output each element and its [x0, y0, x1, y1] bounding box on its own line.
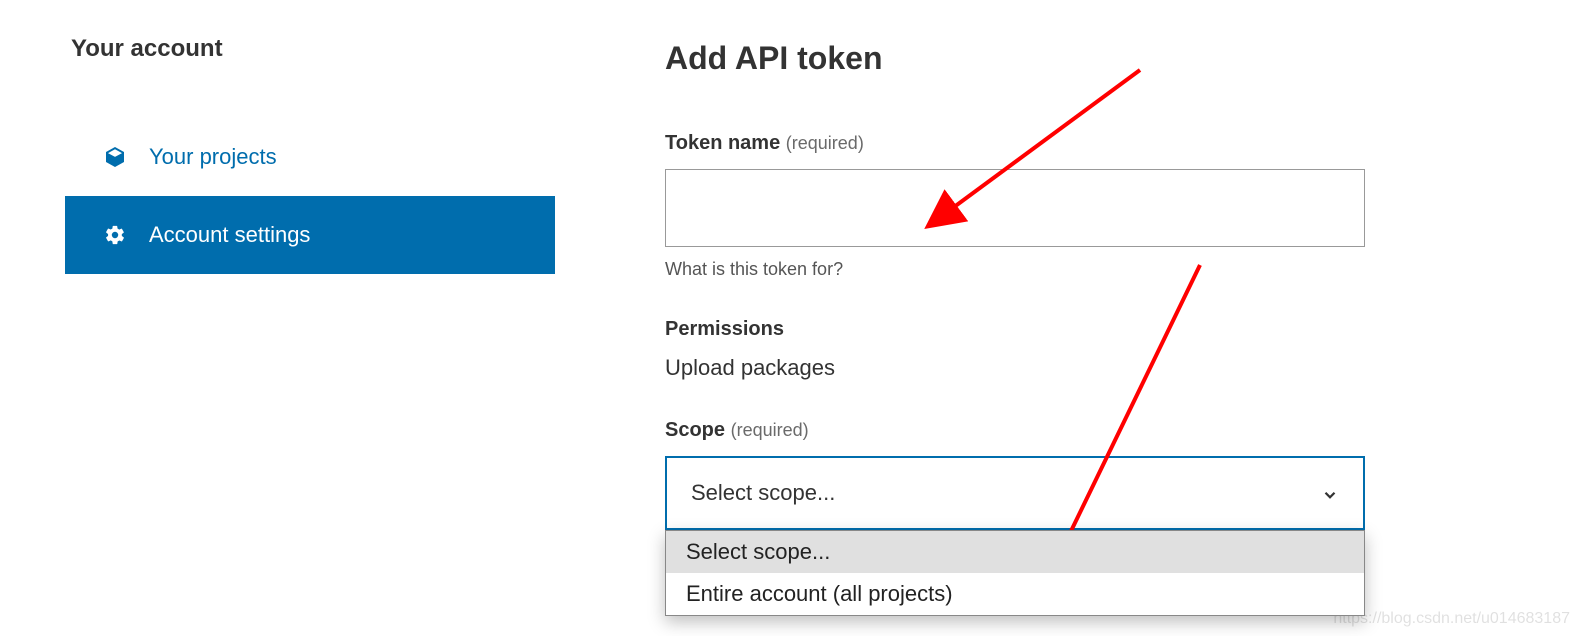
box-icon	[103, 145, 127, 169]
token-name-help: What is this token for?	[665, 259, 1365, 280]
scope-select[interactable]: Select scope...	[665, 456, 1365, 530]
main-content: Add API token Token name (required) What…	[665, 35, 1365, 530]
sidebar-item-label: Your projects	[149, 144, 277, 170]
page-title: Add API token	[665, 40, 1365, 77]
token-name-label-text: Token name	[665, 132, 780, 154]
scope-select-value: Select scope...	[691, 480, 835, 506]
token-name-label: Token name (required)	[665, 132, 1365, 155]
sidebar-item-label: Account settings	[149, 222, 310, 248]
scope-section: Scope (required) Select scope... Select …	[665, 419, 1365, 530]
token-name-section: Token name (required) What is this token…	[665, 132, 1365, 280]
gear-icon	[103, 223, 127, 247]
permissions-value: Upload packages	[665, 355, 1365, 381]
sidebar-title: Your account	[65, 35, 555, 63]
chevron-down-icon	[1321, 484, 1339, 502]
scope-label-text: Scope	[665, 419, 725, 441]
permissions-label: Permissions	[665, 318, 1365, 341]
required-indicator: (required)	[786, 133, 864, 153]
watermark: https://blog.csdn.net/u014683187	[1333, 610, 1570, 628]
permissions-section: Permissions Upload packages	[665, 318, 1365, 381]
scope-dropdown: Select scope... Entire account (all proj…	[665, 530, 1365, 616]
scope-label: Scope (required)	[665, 419, 1365, 442]
sidebar: Your account Your projects Account setti…	[65, 35, 555, 530]
required-indicator: (required)	[731, 420, 809, 440]
scope-option-placeholder[interactable]: Select scope...	[666, 531, 1364, 573]
sidebar-item-your-projects[interactable]: Your projects	[65, 118, 555, 196]
scope-option-entire-account[interactable]: Entire account (all projects)	[666, 573, 1364, 615]
token-name-input[interactable]	[665, 169, 1365, 247]
sidebar-item-account-settings[interactable]: Account settings	[65, 196, 555, 274]
